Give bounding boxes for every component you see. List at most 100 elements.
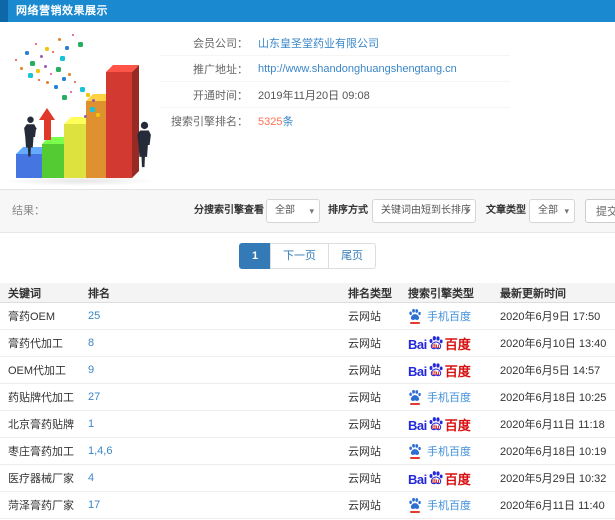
sort-value: 关键词由短到长排序: [381, 205, 471, 216]
rank-type-cell: 云网站: [348, 473, 381, 485]
table-row: 菏泽膏药厂家 17 云网站 手机百度 2020年6月11日 11:40: [0, 492, 615, 519]
table-row: 膏药代加工 8 云网站 Bai du 百度 2020年6月10日 13:40: [0, 330, 615, 357]
engine-label: 手机百度: [427, 500, 471, 512]
engine-filter-label: 分搜索引擎查看: [194, 205, 264, 216]
rank-cell[interactable]: 8: [88, 337, 348, 349]
mobile-baidu-badge: 手机百度: [408, 497, 500, 513]
updated-cell: 2020年6月11日 11:18: [500, 419, 605, 431]
table-row: 医疗器械厂家 4 云网站 Bai du 百度 2020年5月29日 10:32: [0, 465, 615, 492]
businessman-left-icon: [23, 116, 38, 163]
keyword-cell: 膏药代加工: [8, 338, 63, 350]
baidu-paw-icon: [408, 389, 422, 405]
table-row: 枣庄膏药加工 1,4,6 云网站 手机百度 2020年6月18日 10:19: [0, 438, 615, 465]
keyword-cell: 枣庄膏药加工: [8, 446, 74, 458]
engine-cell: Bai du 百度: [408, 470, 500, 486]
baidu-logo-paw-icon: du: [428, 335, 444, 351]
keyword-cell: 医疗器械厂家: [8, 473, 74, 485]
col-updated: 最新更新时间: [500, 287, 566, 300]
keyword-cell: OEM代加工: [8, 365, 67, 377]
sort-select[interactable]: 关键词由短到长排序: [372, 199, 476, 223]
title-bar: 网络营销效果展示: [0, 0, 615, 22]
keyword-cell: 药贴牌代加工: [8, 392, 74, 404]
page-button-last[interactable]: 尾页: [328, 243, 377, 269]
baidu-logo-badge: Bai du 百度: [408, 335, 500, 351]
engine-cell: 手机百度: [408, 308, 500, 324]
engine-filter-value: 全部: [275, 205, 295, 216]
info-row-rank-count: 搜索引擎排名： 5325条: [160, 108, 510, 133]
rank-cell[interactable]: 4: [88, 472, 348, 484]
col-engine-type: 搜索引擎类型: [408, 287, 474, 300]
baidu-paw-icon: [408, 497, 422, 513]
company-link[interactable]: 山东皇圣堂药业有限公司: [258, 35, 379, 51]
rank-type-cell: 云网站: [348, 419, 381, 431]
engine-label: 手机百度: [427, 392, 471, 404]
company-info: 会员公司： 山东皇圣堂药业有限公司 推广地址： http://www.shand…: [160, 30, 510, 133]
mobile-baidu-badge: 手机百度: [408, 308, 500, 324]
rank-cell[interactable]: 17: [88, 499, 348, 511]
table-header-row: 关键词 排名 排名类型 搜索引擎类型 最新更新时间: [0, 283, 615, 303]
opened-time-value: 2019年11月20日 09:08: [258, 89, 370, 102]
updated-cell: 2020年6月18日 10:19: [500, 446, 607, 458]
mobile-baidu-badge: 手机百度: [408, 443, 500, 459]
baidu-logo-cn: 百度: [444, 418, 471, 433]
rank-type-cell: 云网站: [348, 365, 381, 377]
promo-url-link[interactable]: http://www.shandonghuangshengtang.cn: [258, 63, 457, 75]
sort-label: 排序方式: [328, 205, 368, 216]
page-title: 网络营销效果展示: [16, 5, 108, 17]
table-row: 北京膏药贴牌 1 云网站 Bai du 百度 2020年6月11日 11:18: [0, 411, 615, 438]
engine-filter-select[interactable]: 全部: [266, 199, 320, 223]
baidu-paw-icon: [408, 308, 422, 324]
updated-cell: 2020年6月5日 14:57: [500, 365, 601, 377]
table-row: OEM代加工 9 云网站 Bai du 百度 2020年6月5日 14:57: [0, 357, 615, 384]
updated-cell: 2020年6月11日 11:40: [500, 500, 605, 512]
engine-label: 手机百度: [427, 446, 471, 458]
baidu-logo-bai: Bai: [408, 337, 427, 352]
baidu-logo-badge: Bai du 百度: [408, 362, 500, 378]
rank-type-cell: 云网站: [348, 392, 381, 404]
table-row: 药贴牌代加工 27 云网站 手机百度 2020年6月18日 10:25: [0, 384, 615, 411]
baidu-logo-paw-icon: du: [428, 470, 444, 486]
keyword-cell: 膏药OEM: [8, 311, 56, 323]
keyword-cell: 北京膏药贴牌: [8, 419, 74, 431]
page: 网络营销效果展示 会员公司： 山东皇圣堂药业有限公司 推广地址： http://…: [0, 0, 615, 520]
filter-bar: 结果： 分搜索引擎查看 全部 排序方式 关键词由短到长排序 文章类型 全部 提交: [0, 189, 615, 233]
rank-cell[interactable]: 1,4,6: [88, 445, 348, 457]
table-body: 膏药OEM 25 云网站 手机百度 2020年6月9日 17:50 膏药代加工 …: [0, 303, 615, 519]
rank-type-cell: 云网站: [348, 338, 381, 350]
keyword-cell: 菏泽膏药厂家: [8, 500, 74, 512]
pagination: 1 下一页 尾页: [0, 243, 615, 269]
baidu-logo-du: du: [432, 371, 440, 377]
baidu-logo-cn: 百度: [444, 364, 471, 379]
article-type-label: 文章类型: [486, 205, 526, 216]
baidu-logo-du: du: [432, 344, 440, 350]
page-button-next[interactable]: 下一页: [270, 243, 330, 269]
baidu-logo-bai: Bai: [408, 364, 427, 379]
engine-rank-label: 搜索引擎排名：: [171, 115, 248, 128]
article-type-value: 全部: [538, 205, 558, 216]
baidu-logo-bai: Bai: [408, 418, 427, 433]
baidu-paw-icon: [408, 443, 422, 459]
table-row: 膏药OEM 25 云网站 手机百度 2020年6月9日 17:50: [0, 303, 615, 330]
rank-cell[interactable]: 9: [88, 364, 348, 376]
baidu-logo-cn: 百度: [444, 337, 471, 352]
baidu-logo-cn: 百度: [444, 472, 471, 487]
submit-button[interactable]: 提交: [585, 199, 615, 223]
rank-cell[interactable]: 1: [88, 418, 348, 430]
businessman-right-icon: [136, 121, 153, 174]
rank-cell[interactable]: 25: [88, 310, 348, 322]
company-label: 会员公司：: [193, 37, 248, 50]
mobile-baidu-badge: 手机百度: [408, 389, 500, 405]
updated-cell: 2020年6月18日 10:25: [500, 392, 607, 404]
article-type-select[interactable]: 全部: [529, 199, 575, 223]
engine-cell: Bai du 百度: [408, 362, 500, 378]
rank-count-value: 5325: [258, 115, 283, 128]
rank-cell[interactable]: 27: [88, 391, 348, 403]
baidu-logo-du: du: [432, 425, 440, 431]
baidu-logo-paw-icon: du: [428, 362, 444, 378]
baidu-logo-bai: Bai: [408, 472, 427, 487]
page-button-current[interactable]: 1: [238, 243, 272, 269]
title-bar-accent: [0, 0, 8, 22]
result-label: 结果：: [12, 205, 45, 217]
engine-cell: Bai du 百度: [408, 335, 500, 351]
baidu-logo-paw-icon: du: [428, 416, 444, 432]
